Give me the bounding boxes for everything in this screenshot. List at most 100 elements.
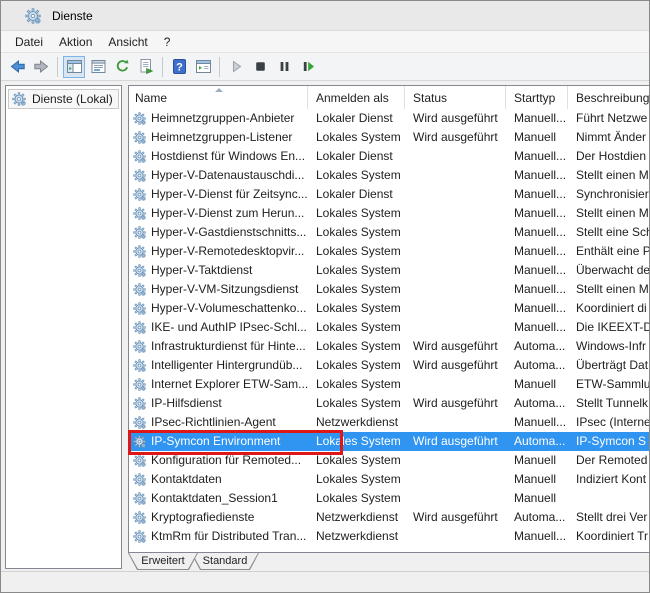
logon-as-cell: Lokales System bbox=[308, 470, 405, 489]
logon-as-cell: Lokales System bbox=[308, 204, 405, 223]
description-cell: Koordiniert Tr bbox=[568, 527, 650, 546]
table-row[interactable]: Hyper-V-Datenaustauschdi... Lokales Syst… bbox=[129, 166, 650, 185]
table-row[interactable]: Hyper-V-Dienst zum Herun... Lokales Syst… bbox=[129, 204, 650, 223]
startup-type-cell: Manuell... bbox=[506, 147, 568, 166]
column-header-name[interactable]: Name bbox=[129, 86, 308, 109]
table-row[interactable]: Hyper-V-VM-Sitzungsdienst Lokales System… bbox=[129, 280, 650, 299]
service-name-cell: IP-Hilfsdienst bbox=[129, 394, 308, 413]
status-cell bbox=[405, 204, 506, 223]
menu-item-datei[interactable]: Datei bbox=[7, 33, 51, 51]
logon-as-cell: Lokaler Dienst bbox=[308, 185, 405, 204]
menu-item-ansicht[interactable]: Ansicht bbox=[100, 33, 155, 51]
status-cell bbox=[405, 375, 506, 394]
start-service-icon[interactable] bbox=[225, 56, 247, 78]
show-action-pane-icon[interactable] bbox=[192, 56, 214, 78]
startup-type-cell: Automa... bbox=[506, 394, 568, 413]
column-header-anmelden-als[interactable]: Anmelden als bbox=[308, 86, 405, 109]
status-cell bbox=[405, 451, 506, 470]
table-row[interactable]: Hostdienst für Windows En... Lokaler Die… bbox=[129, 147, 650, 166]
status-cell bbox=[405, 166, 506, 185]
logon-as-cell: Lokales System bbox=[308, 299, 405, 318]
toolbar-separator bbox=[162, 57, 163, 77]
service-name-cell: Hyper-V-Remotedesktopvir... bbox=[129, 242, 308, 261]
back-icon[interactable] bbox=[6, 56, 28, 78]
service-name-cell: Kontaktdaten_Session1 bbox=[129, 489, 308, 508]
table-row[interactable]: Kontaktdaten Lokales System Manuell Indi… bbox=[129, 470, 650, 489]
status-cell bbox=[405, 489, 506, 508]
logon-as-cell: Lokales System bbox=[308, 166, 405, 185]
table-row[interactable]: IP-Symcon Environment Lokales System Wir… bbox=[129, 432, 650, 451]
description-cell bbox=[568, 489, 650, 508]
logon-as-cell: Lokales System bbox=[308, 356, 405, 375]
column-header-starttyp[interactable]: Starttyp bbox=[506, 86, 568, 109]
show-console-tree-icon[interactable] bbox=[63, 56, 85, 78]
menu-item-aktion[interactable]: Aktion bbox=[51, 33, 100, 51]
table-row[interactable]: Internet Explorer ETW-Sam... Lokales Sys… bbox=[129, 375, 650, 394]
table-row[interactable]: Infrastrukturdienst für Hinte... Lokales… bbox=[129, 337, 650, 356]
service-gear-icon bbox=[133, 397, 146, 410]
table-row[interactable]: KtmRm für Distributed Tran... Netzwerkdi… bbox=[129, 527, 650, 546]
logon-as-cell: Lokaler Dienst bbox=[308, 147, 405, 166]
logon-as-cell: Lokales System bbox=[308, 242, 405, 261]
table-row[interactable]: Hyper-V-Volumeschattenko... Lokales Syst… bbox=[129, 299, 650, 318]
startup-type-cell: Manuell bbox=[506, 451, 568, 470]
logon-as-cell: Lokales System bbox=[308, 432, 405, 451]
status-cell bbox=[405, 223, 506, 242]
forward-icon[interactable] bbox=[30, 56, 52, 78]
table-row[interactable]: Kontaktdaten_Session1 Lokales System Man… bbox=[129, 489, 650, 508]
table-row[interactable]: IP-Hilfsdienst Lokales System Wird ausge… bbox=[129, 394, 650, 413]
pause-service-icon[interactable] bbox=[273, 56, 295, 78]
service-name-cell: Hyper-V-Volumeschattenko... bbox=[129, 299, 308, 318]
help-icon[interactable]: ? bbox=[168, 56, 190, 78]
status-cell bbox=[405, 185, 506, 204]
column-header-beschreibung[interactable]: Beschreibung bbox=[568, 86, 650, 109]
sort-ascending-icon bbox=[215, 88, 223, 92]
service-gear-icon bbox=[133, 378, 146, 391]
status-cell bbox=[405, 147, 506, 166]
refresh-icon[interactable] bbox=[111, 56, 133, 78]
description-cell: Überträgt Dat bbox=[568, 356, 650, 375]
description-cell: Stellt Tunnelk bbox=[568, 394, 650, 413]
restart-service-icon[interactable] bbox=[297, 56, 319, 78]
tree-item-dienste-lokal[interactable]: Dienste (Lokal) bbox=[8, 89, 119, 109]
description-cell: Der Remoted bbox=[568, 451, 650, 470]
table-row[interactable]: Hyper-V-Remotedesktopvir... Lokales Syst… bbox=[129, 242, 650, 261]
table-row[interactable]: IPsec-Richtlinien-Agent Netzwerkdienst M… bbox=[129, 413, 650, 432]
table-row[interactable]: Heimnetzgruppen-Listener Lokales System … bbox=[129, 128, 650, 147]
status-cell bbox=[405, 413, 506, 432]
logon-as-cell: Lokales System bbox=[308, 337, 405, 356]
description-cell: Stellt einen M bbox=[568, 204, 650, 223]
logon-as-cell: Lokales System bbox=[308, 394, 405, 413]
table-row[interactable]: Hyper-V-Taktdienst Lokales System Manuel… bbox=[129, 261, 650, 280]
description-cell: Stellt einen M bbox=[568, 280, 650, 299]
table-row[interactable]: Konfiguration für Remoted... Lokales Sys… bbox=[129, 451, 650, 470]
column-header-status[interactable]: Status bbox=[405, 86, 506, 109]
status-cell: Wird ausgeführt bbox=[405, 508, 506, 527]
table-row[interactable]: Kryptografiedienste Netzwerkdienst Wird … bbox=[129, 508, 650, 527]
logon-as-cell: Netzwerkdienst bbox=[308, 413, 405, 432]
service-name-cell: IKE- und AuthIP IPsec-Schl... bbox=[129, 318, 308, 337]
export-list-icon[interactable] bbox=[135, 56, 157, 78]
table-row[interactable]: Hyper-V-Gastdienstschnitts... Lokales Sy… bbox=[129, 223, 650, 242]
startup-type-cell: Automa... bbox=[506, 356, 568, 375]
properties-icon[interactable] bbox=[87, 56, 109, 78]
status-cell: Wird ausgeführt bbox=[405, 109, 506, 128]
service-name-cell: Kryptografiedienste bbox=[129, 508, 308, 527]
stop-service-icon[interactable] bbox=[249, 56, 271, 78]
table-row[interactable]: Hyper-V-Dienst für Zeitsync... Lokaler D… bbox=[129, 185, 650, 204]
description-cell: Indiziert Kont bbox=[568, 470, 650, 489]
logon-as-cell: Lokales System bbox=[308, 318, 405, 337]
table-row[interactable]: Intelligenter Hintergrundüb... Lokales S… bbox=[129, 356, 650, 375]
table-row[interactable]: IKE- und AuthIP IPsec-Schl... Lokales Sy… bbox=[129, 318, 650, 337]
service-gear-icon bbox=[133, 359, 146, 372]
tab-erweitert[interactable]: Erweitert bbox=[128, 553, 198, 570]
view-tabs: Erweitert Standard bbox=[128, 553, 252, 571]
startup-type-cell: Manuell... bbox=[506, 527, 568, 546]
toolbar-separator bbox=[219, 57, 220, 77]
tab-standard[interactable]: Standard bbox=[191, 553, 259, 570]
description-cell: ETW-Sammlu bbox=[568, 375, 650, 394]
table-row[interactable]: Heimnetzgruppen-Anbieter Lokaler Dienst … bbox=[129, 109, 650, 128]
service-gear-icon bbox=[133, 454, 146, 467]
menu-item-hilfe[interactable]: ? bbox=[156, 33, 179, 51]
services-list-panel: Name Anmelden als Status Starttyp Beschr… bbox=[128, 85, 650, 553]
